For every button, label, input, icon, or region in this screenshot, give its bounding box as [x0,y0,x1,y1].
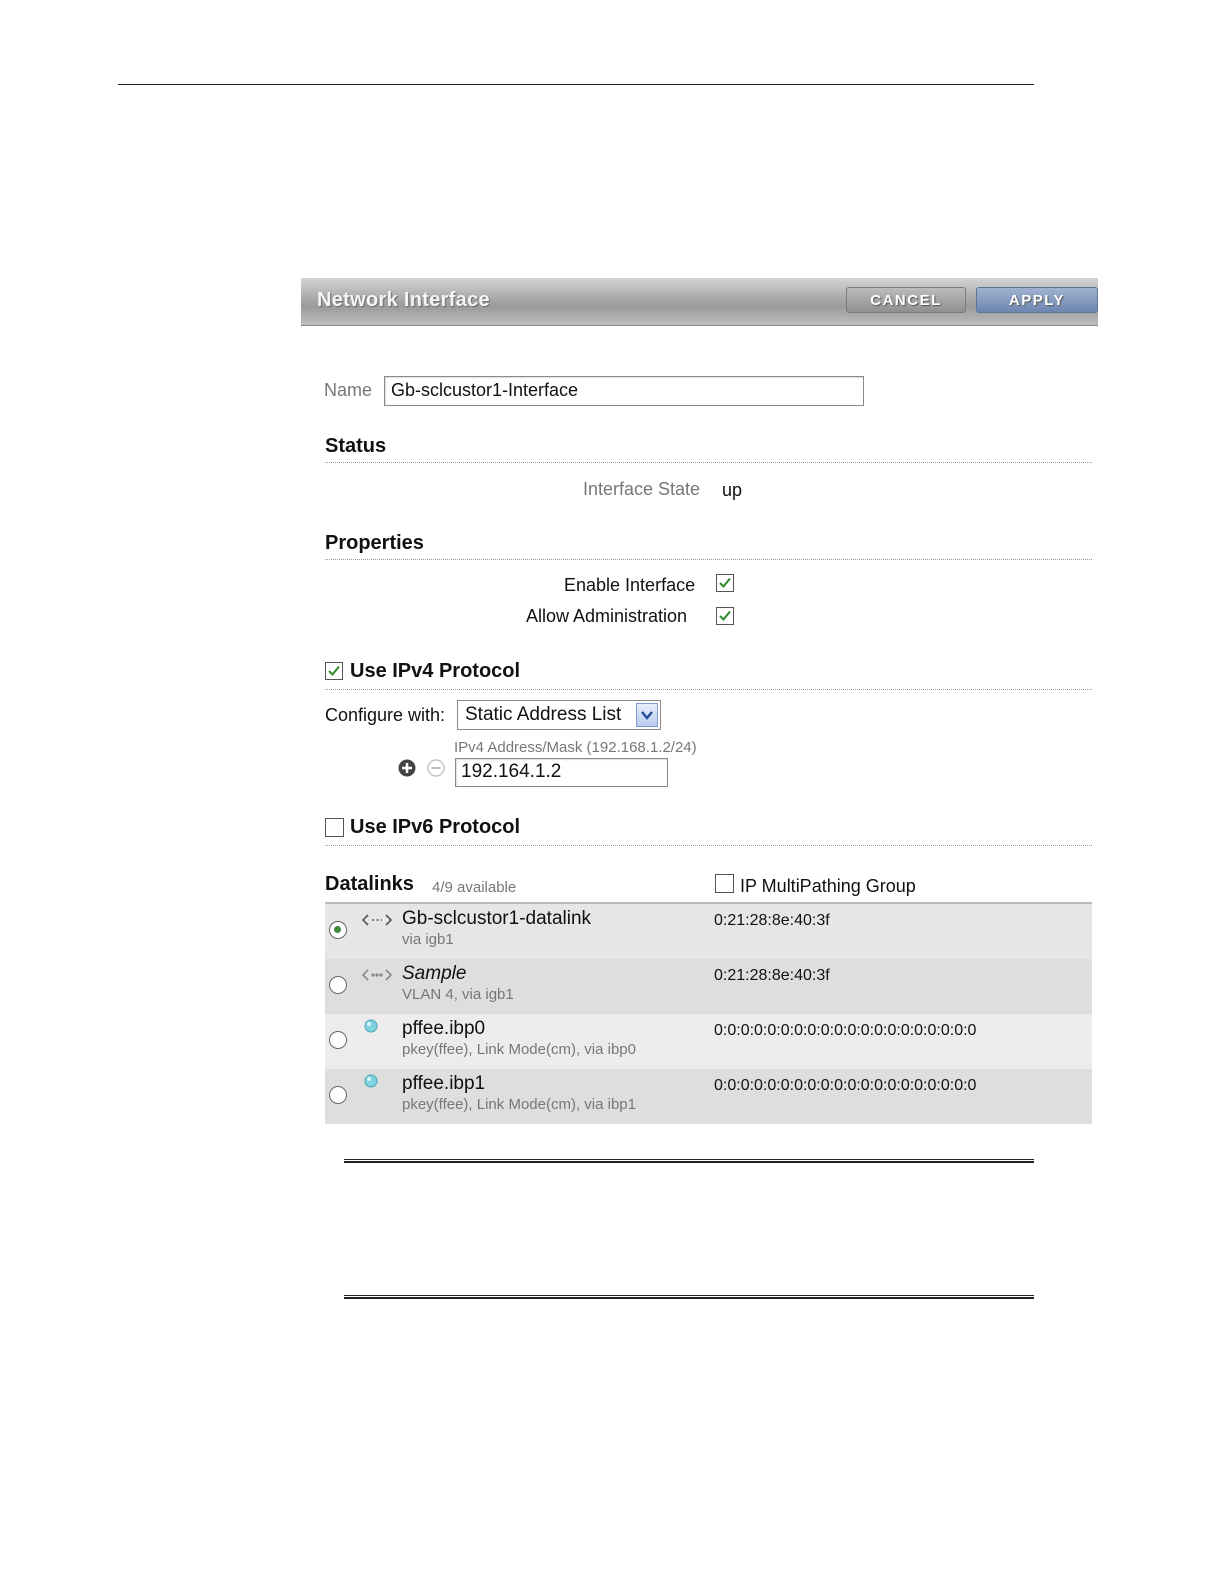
ip-multipathing-checkbox[interactable] [715,874,734,893]
ipv6-divider [325,845,1092,846]
datalink-sub: VLAN 4, via igb1 [402,986,514,1003]
datalink-mac: 0:0:0:0:0:0:0:0:0:0:0:0:0:0:0:0:0:0:0:0 [714,1022,977,1039]
use-ipv6-checkbox[interactable] [325,818,344,837]
ipv4-divider [325,689,1092,690]
datalinks-available: 4/9 available [432,879,517,896]
datalink-name: Sample [402,963,467,984]
enable-interface-label: Enable Interface [564,575,696,595]
interface-state-value: up [722,480,743,500]
datalinks-heading: Datalinks [325,873,414,895]
properties-heading: Properties [325,532,424,554]
add-address-icon[interactable] [398,759,416,782]
datalink-sub: pkey(ffee), Link Mode(cm), via ibp0 [402,1041,636,1058]
use-ipv4-checkbox[interactable] [325,662,343,680]
remove-address-icon[interactable] [427,759,445,782]
vlan-arrows-icon [361,967,393,988]
datalink-name: pffee.ibp0 [402,1018,486,1039]
table-row[interactable]: pffee.ibp0 pkey(ffee), Link Mode(cm), vi… [325,1014,1092,1069]
datalink-radio[interactable] [329,1086,347,1104]
datalink-radio[interactable] [329,921,347,939]
table-row[interactable]: Gb-sclcustor1-datalink via igb1 0:21:28:… [325,904,1092,959]
ip-multipathing-label: IP MultiPathing Group [740,876,916,896]
datalink-arrows-icon [361,912,393,933]
table-row[interactable]: Sample VLAN 4, via igb1 0:21:28:8e:40:3f [325,959,1092,1014]
ipv4-address-hint: IPv4 Address/Mask (192.168.1.2/24) [454,739,697,756]
caption-top-rule [344,1159,1034,1163]
datalink-name: pffee.ibp1 [402,1073,486,1094]
infiniband-dot-icon [363,1018,379,1039]
name-input-value: Gb-sclcustor1-Interface [391,380,579,400]
enable-interface-checkbox[interactable] [716,574,734,592]
checkmark-icon [328,665,340,676]
datalink-radio[interactable] [329,1031,347,1049]
use-ipv6-heading: Use IPv6 Protocol [350,816,521,838]
infiniband-dot-icon [363,1073,379,1094]
panel-titlebar: Network Interface CANCEL APPLY [301,278,1098,326]
caption-bottom-rule [344,1295,1034,1299]
allow-administration-label: Allow Administration [526,606,688,626]
datalink-mac: 0:21:28:8e:40:3f [714,912,830,929]
table-row[interactable]: pffee.ibp1 pkey(ffee), Link Mode(cm), vi… [325,1069,1092,1124]
panel-title: Network Interface [317,289,490,311]
datalink-mac: 0:21:28:8e:40:3f [714,967,830,984]
status-heading: Status [325,435,387,457]
network-interface-panel: Network Interface CANCEL APPLY Name Gb-s… [301,278,1098,1128]
cancel-button[interactable]: CANCEL [846,287,966,313]
datalink-name: Gb-sclcustor1-datalink [402,908,592,929]
dropdown-arrow-icon[interactable] [636,703,658,727]
datalink-sub: pkey(ffee), Link Mode(cm), via ibp1 [402,1096,636,1113]
configure-with-value: Static Address List [465,704,622,725]
checkmark-icon [719,610,731,621]
properties-divider [325,559,1092,560]
use-ipv4-heading: Use IPv4 Protocol [350,660,521,682]
datalink-mac: 0:0:0:0:0:0:0:0:0:0:0:0:0:0:0:0:0:0:0:0 [714,1077,977,1094]
chevron-down-icon [641,711,653,720]
checkmark-icon [719,577,731,588]
datalink-radio[interactable] [329,976,347,994]
ipv4-address-input[interactable]: 192.164.1.2 [455,758,668,787]
datalinks-table: Gb-sclcustor1-datalink via igb1 0:21:28:… [325,902,1092,1124]
page-top-rule [118,84,1034,85]
radio-selected-dot [334,926,341,933]
datalink-sub: via igb1 [402,931,454,948]
name-label: Name [324,380,373,400]
name-input[interactable]: Gb-sclcustor1-Interface [384,376,864,406]
configure-with-label: Configure with: [325,705,446,725]
interface-state-label: Interface State [583,479,701,499]
allow-administration-checkbox[interactable] [716,607,734,625]
configure-with-select[interactable]: Static Address List [457,700,661,730]
apply-button[interactable]: APPLY [976,287,1098,313]
status-divider [325,462,1092,463]
ipv4-address-value: 192.164.1.2 [461,761,562,782]
